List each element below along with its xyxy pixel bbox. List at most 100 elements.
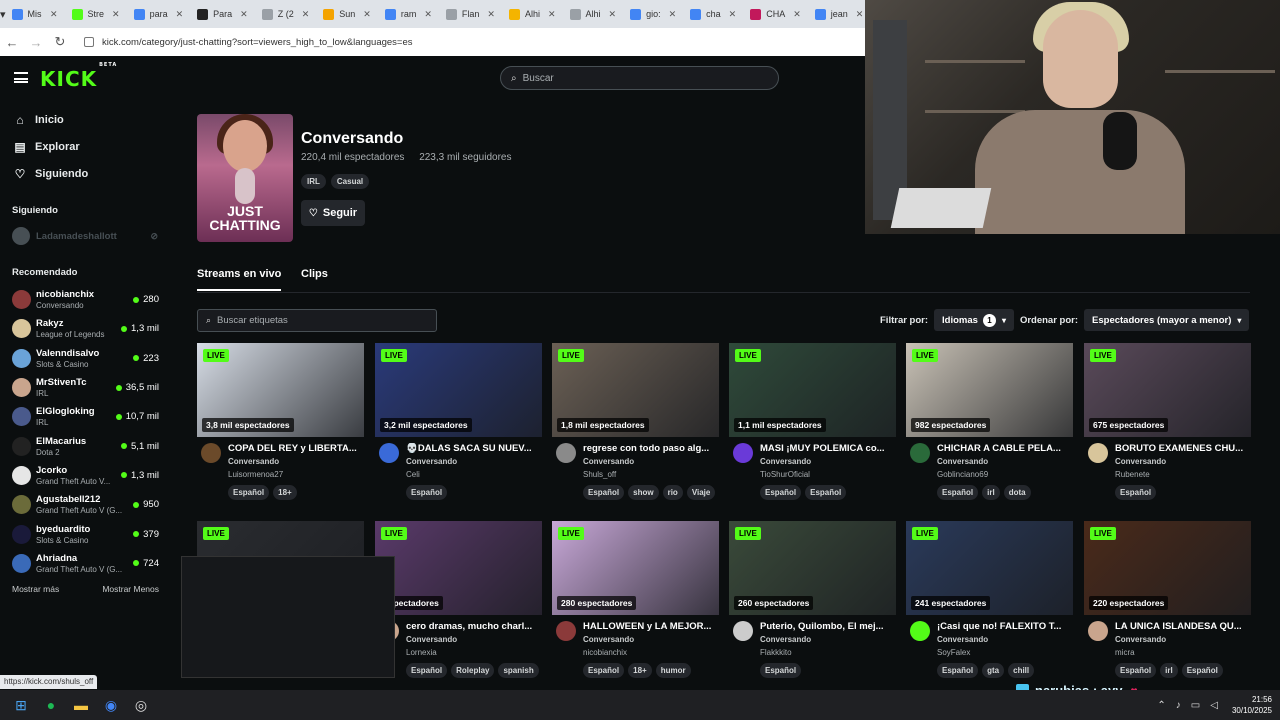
close-tab-icon[interactable]: ✕ (168, 9, 184, 20)
category-tag[interactable]: IRL (301, 174, 326, 189)
close-tab-icon[interactable]: ✕ (42, 9, 58, 20)
browser-tab[interactable]: para ✕ (128, 3, 190, 25)
site-info-icon[interactable] (84, 36, 94, 47)
close-tab-icon[interactable]: ✕ (601, 9, 617, 20)
stream-card[interactable]: LIVE 675 espectadores BORUTO EXAMENES CHU.… (1084, 343, 1251, 500)
stream-title[interactable]: regrese con todo paso alg... (583, 443, 717, 454)
browser-tab[interactable]: Alhi ✕ (564, 3, 623, 25)
back-icon[interactable]: ← (0, 35, 24, 50)
avatar[interactable] (556, 443, 576, 463)
stream-tag[interactable]: humor (655, 663, 691, 678)
stream-card[interactable]: LIVE 982 espectadores CHICHAR A CABLE PELA… (906, 343, 1073, 500)
streamer-name[interactable]: Shuls_off (583, 470, 616, 479)
stream-tag[interactable]: spanish (498, 663, 539, 678)
browser-tab[interactable]: gio: ✕ (624, 3, 682, 25)
stream-tag[interactable]: rio (662, 485, 683, 500)
start-icon[interactable]: ⊞ (6, 690, 36, 720)
recommended-channel[interactable]: nicobianchix Conversando 280 (0, 285, 172, 314)
stream-card[interactable]: LIVE 220 espectadores LA UNICA ISLANDESA Q… (1084, 521, 1251, 678)
streamer-name[interactable]: Goblinciano69 (937, 470, 988, 479)
stream-tag[interactable]: 18+ (273, 485, 297, 500)
stream-category[interactable]: Conversando (937, 457, 988, 466)
avatar[interactable] (1088, 443, 1108, 463)
avatar[interactable] (733, 621, 753, 641)
stream-title[interactable]: COPA DEL REY y LIBERTA... (228, 443, 362, 454)
stream-card[interactable]: LIVE 3,8 mil espectadores COPA DEL REY y L… (197, 343, 364, 500)
stream-thumbnail[interactable]: LIVE 280 espectadores (552, 521, 719, 615)
recommended-channel[interactable]: Jcorko Grand Theft Auto V... 1,3 mil (0, 461, 172, 490)
stream-tag[interactable]: Español (228, 485, 270, 500)
close-tab-icon[interactable]: ✕ (848, 9, 864, 20)
stream-tag[interactable]: dota (1003, 485, 1031, 500)
streamer-name[interactable]: nicobianchix (583, 648, 627, 657)
streamer-name[interactable]: SoyFalex (937, 648, 970, 657)
sidebar-item-explorar[interactable]: ▤ Explorar (0, 133, 172, 160)
stream-category[interactable]: Conversando (583, 457, 634, 466)
stream-tag[interactable]: Español (937, 663, 979, 678)
stream-category[interactable]: Conversando (937, 635, 988, 644)
avatar[interactable] (379, 443, 399, 463)
stream-title[interactable]: LA UNICA ISLANDESA QU... (1115, 621, 1249, 632)
close-tab-icon[interactable]: ✕ (540, 9, 556, 20)
stream-category[interactable]: Conversando (760, 635, 811, 644)
browser-tab[interactable]: Sun ✕ (317, 3, 377, 25)
browser-tab[interactable]: Alhi ✕ (503, 3, 562, 25)
avatar[interactable] (1088, 621, 1108, 641)
stream-card[interactable]: LIVE espectadores cero dramas, mucho charl… (375, 521, 542, 678)
stream-card[interactable]: LIVE 1,1 mil espectadores MASI ¡MUY POLEMI… (729, 343, 896, 500)
stream-tag[interactable]: Español (937, 485, 979, 500)
show-less-button[interactable]: Mostrar Menos (102, 584, 159, 594)
stream-title[interactable]: HALLOWEEN y LA MEJOR... (583, 621, 717, 632)
stream-tag[interactable]: Español (1115, 485, 1157, 500)
close-tab-icon[interactable]: ✕ (416, 9, 432, 20)
sort-dropdown[interactable]: Espectadores (mayor a menor) ▾ (1084, 309, 1250, 331)
browser-tab[interactable]: Flan ✕ (440, 3, 501, 25)
forward-icon[interactable]: → (24, 35, 48, 50)
stream-title[interactable]: cero dramas, mucho charl... (406, 621, 540, 632)
stream-thumbnail[interactable]: LIVE 3,8 mil espectadores (197, 343, 364, 437)
stream-category[interactable]: Conversando (1115, 635, 1166, 644)
stream-tag[interactable]: Roleplay (451, 663, 495, 678)
streamer-name[interactable]: Flakkkito (760, 648, 792, 657)
browser-tab[interactable]: Para ✕ (191, 3, 254, 25)
stream-thumbnail[interactable]: LIVE 3,2 mil espectadores (375, 343, 542, 437)
microphone-icon[interactable]: ♪ (1176, 700, 1181, 711)
streamer-name[interactable]: TioShurOficial (760, 470, 810, 479)
recommended-channel[interactable]: Ahriadna Grand Theft Auto V (G... 724 (0, 549, 172, 578)
stream-category[interactable]: Conversando (228, 457, 279, 466)
stream-card[interactable]: LIVE 3,2 mil espectadores 💀DALAS SACA SU N… (375, 343, 542, 500)
tab-clips[interactable]: Clips (301, 268, 328, 289)
stream-title[interactable]: MASI ¡MUY POLEMICA co... (760, 443, 894, 454)
close-tab-icon[interactable]: ✕ (785, 9, 801, 20)
stream-tag[interactable]: Viaje (686, 485, 716, 500)
stream-category[interactable]: Conversando (583, 635, 634, 644)
stream-category[interactable]: Conversando (1115, 457, 1166, 466)
browser-tab[interactable]: cha ✕ (684, 3, 742, 25)
avatar[interactable] (910, 621, 930, 641)
chrome-icon[interactable]: ◉ (96, 690, 126, 720)
streamer-name[interactable]: Rubenete (1115, 470, 1150, 479)
recommended-channel[interactable]: ElMacarius Dota 2 5,1 mil (0, 431, 172, 460)
browser-tab[interactable]: Stre ✕ (66, 3, 126, 25)
close-tab-icon[interactable]: ✕ (479, 9, 495, 20)
stream-card[interactable]: LIVE 1,8 mil espectadores regrese con todo… (552, 343, 719, 500)
url-field[interactable]: kick.com/category/just-chatting?sort=vie… (84, 37, 413, 48)
close-tab-icon[interactable]: ✕ (294, 9, 310, 20)
stream-tag[interactable]: Español (406, 663, 448, 678)
languages-dropdown[interactable]: Idiomas 1 ▾ (934, 309, 1014, 331)
stream-tag[interactable]: Español (760, 663, 802, 678)
recommended-channel[interactable]: ElGlogloking IRL 10,7 mil (0, 402, 172, 431)
stream-tag[interactable]: 18+ (628, 663, 652, 678)
avatar[interactable] (556, 621, 576, 641)
stream-category[interactable]: Conversando (760, 457, 811, 466)
close-tab-icon[interactable]: ✕ (355, 9, 371, 20)
stream-card[interactable]: LIVE 241 espectadores ¡Casi que no! FALEXI… (906, 521, 1073, 678)
stream-tag[interactable]: Español (760, 485, 802, 500)
follow-button[interactable]: ♡ Seguir (301, 200, 365, 226)
browser-tab[interactable]: CHA ✕ (744, 3, 807, 25)
stream-tag[interactable]: Español (583, 663, 625, 678)
tag-search-input[interactable]: ⌕ Buscar etiquetas (197, 309, 437, 332)
volume-icon[interactable]: ◁ (1210, 700, 1218, 711)
browser-tab[interactable]: Z (2 ✕ (256, 3, 316, 25)
stream-thumbnail[interactable]: LIVE 1,8 mil espectadores (552, 343, 719, 437)
